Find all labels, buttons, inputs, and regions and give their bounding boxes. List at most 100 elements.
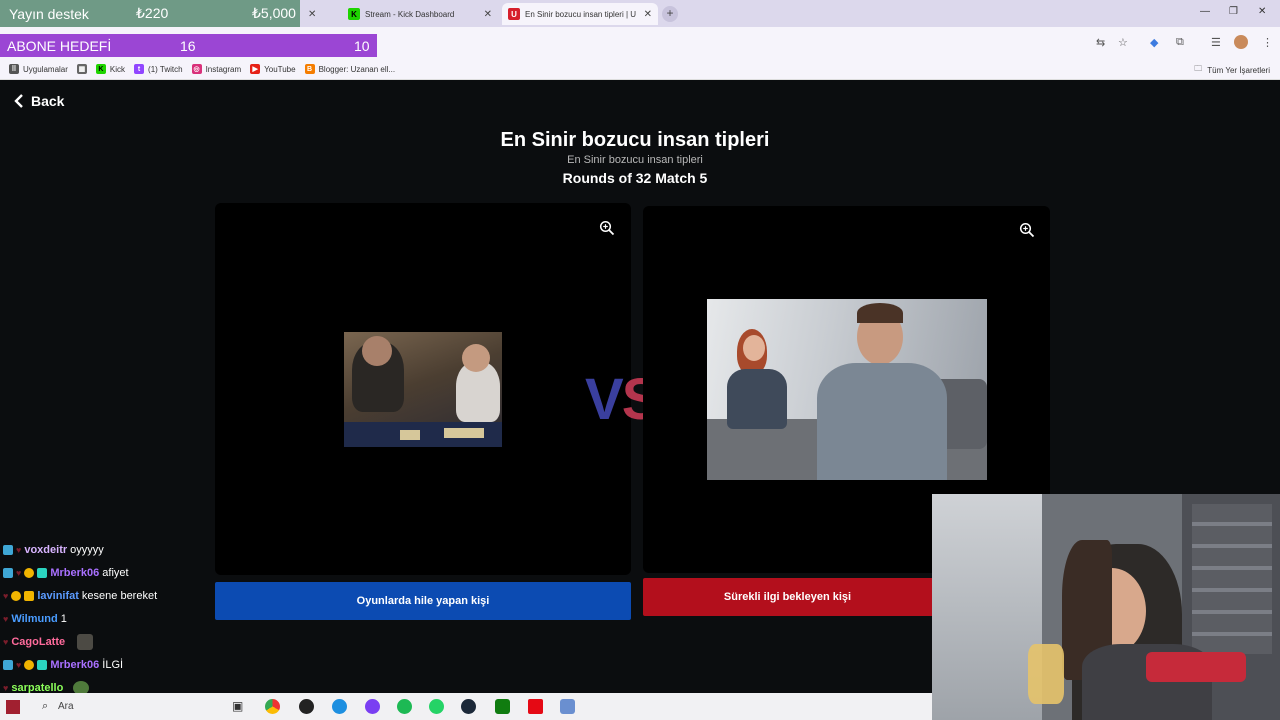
twitch-icon: t xyxy=(134,64,145,74)
webcam-feed xyxy=(932,494,1280,720)
close-window-icon[interactable]: ✕ xyxy=(1258,6,1266,17)
sub-goal-overlay: ABONE HEDEFİ 16 10 xyxy=(0,34,377,57)
menu-icon[interactable]: ⋮ xyxy=(1262,36,1273,49)
heart-icon: ♥ xyxy=(3,682,9,693)
chat-message: ♥ CagoLatte xyxy=(3,630,233,653)
sub-goal-current: 16 xyxy=(180,37,196,54)
badge-icon xyxy=(37,567,48,578)
steam-icon[interactable] xyxy=(461,699,476,714)
task-view-icon[interactable]: ▣ xyxy=(232,699,243,713)
bookmark-label: Blogger: Uzanan ell... xyxy=(318,64,396,74)
chat-message: ♥ Wilmund 1 xyxy=(3,607,233,630)
chat-text: İLGİ xyxy=(102,658,124,671)
maximize-icon[interactable]: ❐ xyxy=(1229,6,1238,17)
badge-icon xyxy=(3,544,13,555)
crown-icon xyxy=(24,590,35,601)
left-choice-image xyxy=(344,332,502,447)
back-label: Back xyxy=(31,93,65,109)
bookmark-label: Kick xyxy=(109,64,126,74)
apps-icon: ⠿ xyxy=(9,64,19,74)
netflix-icon[interactable] xyxy=(528,699,543,714)
emote-icon xyxy=(77,633,94,650)
media-icon[interactable]: ☰ xyxy=(1211,36,1221,49)
close-icon[interactable]: ✕ xyxy=(644,9,652,20)
bookmark-grid[interactable]: ▦ xyxy=(76,64,87,74)
page-subtitle: En Sinir bozucu insan tipleri xyxy=(567,154,703,166)
search-label[interactable]: Ara xyxy=(58,701,74,712)
start-icon[interactable] xyxy=(6,700,20,714)
tab-active-page[interactable]: U En Sinir bozucu insan tipleri | U ✕ xyxy=(502,3,658,25)
tab-hidden[interactable]: ✕ xyxy=(302,3,340,25)
minimize-icon[interactable]: — xyxy=(1200,6,1210,17)
close-icon[interactable]: ✕ xyxy=(308,9,316,20)
screen: ✕ K Stream - Kick Dashboard ✕ U En Sinir… xyxy=(0,0,1280,720)
chat-message: ♥ Mrberk06 İLGİ xyxy=(3,653,233,676)
bookmark-kick[interactable]: K Kick xyxy=(95,64,126,74)
chat-username[interactable]: CagoLatte xyxy=(11,636,65,648)
extension-icon[interactable]: ◆ xyxy=(1150,36,1158,49)
bookmark-twitch[interactable]: t (1) Twitch xyxy=(134,64,183,74)
settings-icon[interactable] xyxy=(560,699,575,714)
chat-message: ♥ voxdeitr oyyyyy xyxy=(3,538,233,561)
left-choice-button[interactable]: Oyunlarda hile yapan kişi xyxy=(215,582,631,620)
search-icon[interactable]: ⌕ xyxy=(42,700,48,713)
back-button[interactable]: Back xyxy=(13,93,64,109)
folder-icon: 🗀 xyxy=(1194,64,1203,73)
heart-icon: ♥ xyxy=(16,544,22,555)
sub-goal-target: 10 xyxy=(354,37,370,54)
bookmarks-bar: ⠿ Uygulamalar ▦ K Kick t (1) Twitch ◎ In… xyxy=(0,59,1280,80)
app-icon[interactable] xyxy=(299,699,314,714)
all-bookmarks[interactable]: 🗀 Tüm Yer İşaretleri xyxy=(1194,63,1270,77)
zoom-in-icon[interactable] xyxy=(1019,222,1035,238)
chat-username[interactable]: sarpatello xyxy=(11,682,63,694)
chat-username[interactable]: Wilmund xyxy=(11,613,57,625)
chat-username[interactable]: Mrberk06 xyxy=(50,659,99,671)
chrome-icon[interactable] xyxy=(265,699,280,714)
bookmark-youtube[interactable]: ▶ YouTube xyxy=(250,64,296,74)
chat-text: 1 xyxy=(60,612,67,625)
translate-icon[interactable]: ⇆ xyxy=(1096,36,1105,49)
chat-text: kesene bereket xyxy=(81,589,158,602)
zoom-in-icon[interactable] xyxy=(599,220,615,236)
bookmark-instagram[interactable]: ◎ Instagram xyxy=(191,64,242,74)
blogger-icon: B xyxy=(304,64,315,74)
bookmark-blogger[interactable]: B Blogger: Uzanan ell... xyxy=(304,64,396,74)
badge-icon xyxy=(24,659,35,670)
chat-username[interactable]: Mrberk06 xyxy=(50,567,99,579)
bookmark-label: Uygulamalar xyxy=(23,64,68,74)
bookmark-label: YouTube xyxy=(264,64,296,74)
avatar[interactable] xyxy=(1234,35,1248,49)
badge-icon xyxy=(3,567,13,578)
close-icon[interactable]: ✕ xyxy=(484,9,492,20)
new-tab-button[interactable]: + xyxy=(662,6,678,22)
heart-icon: ♥ xyxy=(3,613,9,624)
edge-icon[interactable] xyxy=(332,699,347,714)
puzzle-icon[interactable]: ⧉ xyxy=(1176,36,1184,49)
tab-kick-dashboard[interactable]: K Stream - Kick Dashboard ✕ xyxy=(342,3,498,25)
heart-icon: ♥ xyxy=(3,590,9,601)
right-choice-button[interactable]: Sürekli ilgi bekleyen kişi xyxy=(643,578,932,616)
heart-icon: ♥ xyxy=(16,567,22,578)
bookmark-label: Instagram xyxy=(205,64,242,74)
chat-username[interactable]: voxdeitr xyxy=(24,544,67,556)
discord-icon[interactable] xyxy=(365,699,380,714)
heart-icon: ♥ xyxy=(16,659,22,670)
heart-icon: ♥ xyxy=(3,636,9,647)
donation-label: Yayın destek xyxy=(9,5,89,22)
xbox-icon[interactable] xyxy=(495,699,510,714)
star-icon[interactable]: ☆ xyxy=(1118,36,1128,49)
chat-username[interactable]: lavinifat xyxy=(37,590,79,602)
donation-amount: ₺220 xyxy=(136,5,169,21)
round-indicator: Rounds of 32 Match 5 xyxy=(562,170,708,186)
right-choice-image xyxy=(707,299,987,480)
page-title: En Sinir bozucu insan tipleri xyxy=(500,129,770,151)
chat-text: oyyyyy xyxy=(70,543,104,556)
spotify-icon[interactable] xyxy=(397,699,412,714)
bookmark-label: (1) Twitch xyxy=(148,64,183,74)
left-choice-card[interactable] xyxy=(215,203,631,575)
instagram-icon: ◎ xyxy=(191,64,202,74)
whatsapp-icon[interactable] xyxy=(429,699,444,714)
chat-message: ♥ lavinifat kesene bereket xyxy=(3,584,233,607)
badge-icon xyxy=(37,659,48,670)
bookmark-apps[interactable]: ⠿ Uygulamalar xyxy=(9,64,68,74)
